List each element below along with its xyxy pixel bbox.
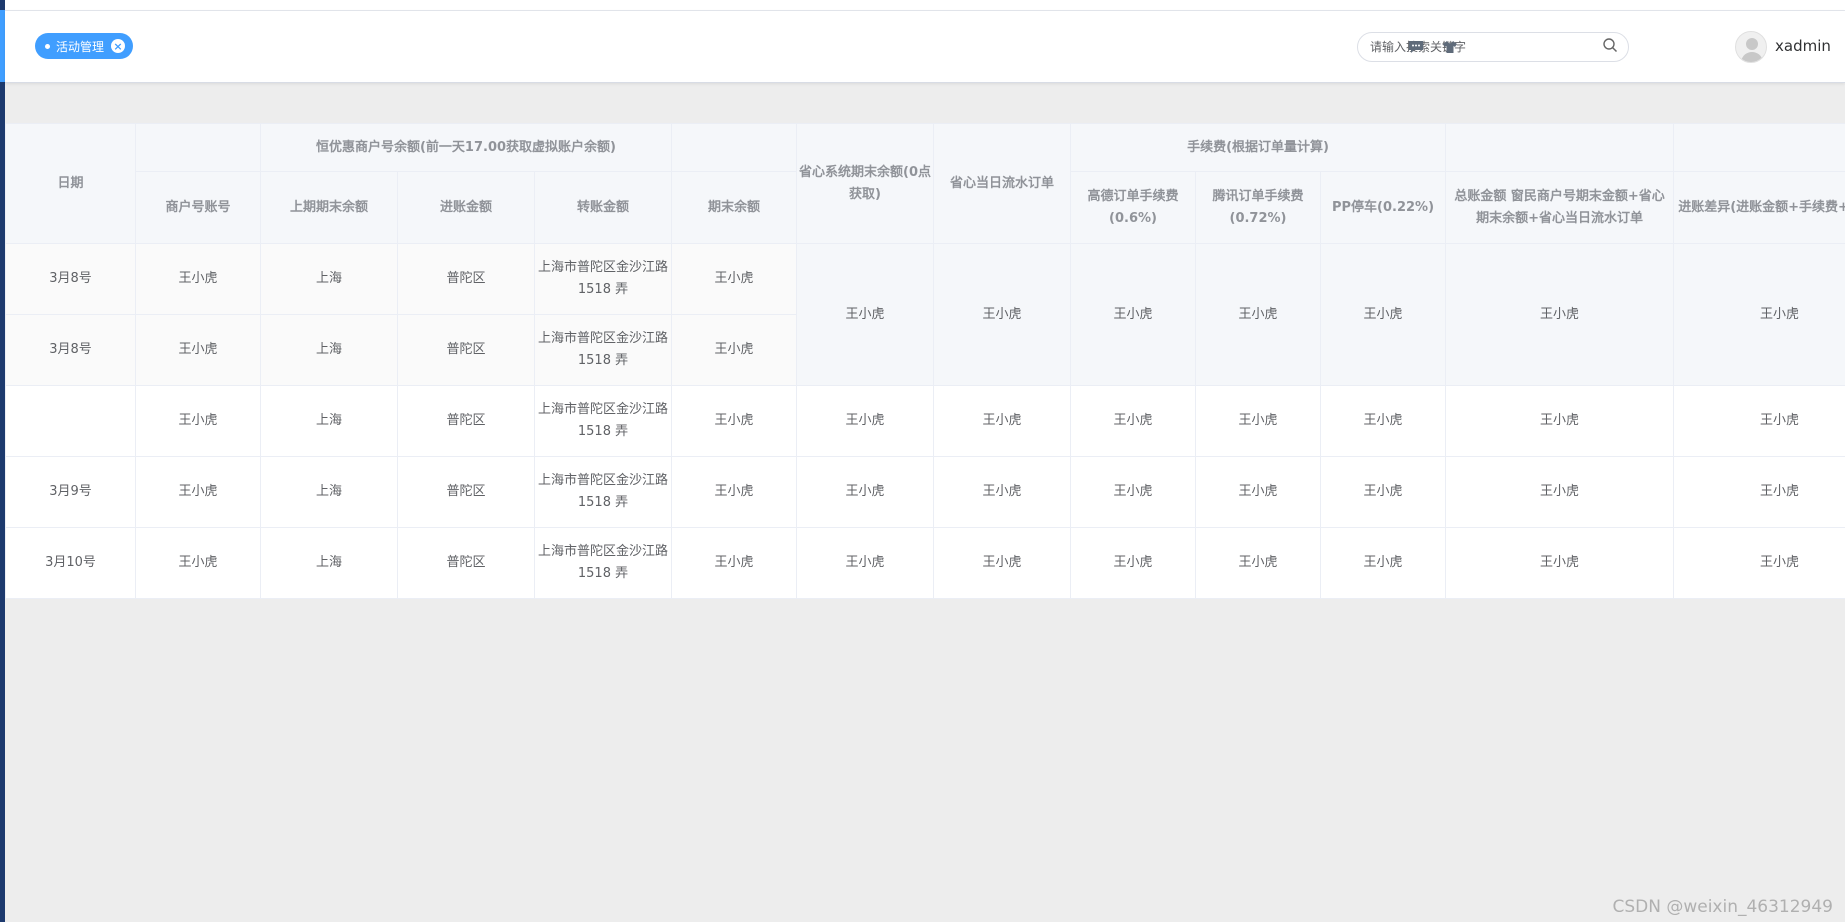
cell-prev: 上海 xyxy=(260,314,398,386)
header-empty xyxy=(671,123,797,172)
cell-tencent-merged: 王小虎 xyxy=(1195,243,1321,386)
header-daily-flow: 省心当日流水订单 xyxy=(933,123,1071,244)
cell-flow: 王小虎 xyxy=(933,385,1071,457)
cell-in: 普陀区 xyxy=(397,243,535,315)
header-diff: 进账差异(进账金额+手续费+转账) xyxy=(1673,171,1845,244)
cell-end: 王小虎 xyxy=(671,314,797,386)
watermark: CSDN @weixin_46312949 xyxy=(1612,897,1833,917)
close-icon[interactable]: × xyxy=(111,39,126,53)
cell-date: 3月8号 xyxy=(5,314,136,386)
cell-pp: 王小虎 xyxy=(1319,456,1447,528)
cell-sys-merged: 王小虎 xyxy=(796,243,934,386)
cell-transfer: 上海市普陀区金沙江路 1518 弄 xyxy=(534,456,672,528)
cell-prev: 上海 xyxy=(260,385,398,457)
header-merchant-account: 商户号账号 xyxy=(135,171,261,244)
cell-prev: 上海 xyxy=(260,527,398,599)
cell-gaode: 王小虎 xyxy=(1070,527,1196,599)
header-empty xyxy=(1673,123,1845,172)
header-empty xyxy=(1445,123,1675,172)
cell-end: 王小虎 xyxy=(671,385,797,457)
cell-prev: 上海 xyxy=(260,456,398,528)
header-pp-fee: PP停车(0.22%) xyxy=(1319,171,1447,244)
cell-gaode: 王小虎 xyxy=(1070,385,1196,457)
cell-in: 普陀区 xyxy=(397,456,535,528)
header-gaode-fee: 高德订单手续费(0.6%) xyxy=(1070,171,1196,244)
header-tencent-fee: 腾讯订单手续费(0.72%) xyxy=(1195,171,1321,244)
cell-account: 王小虎 xyxy=(135,385,261,457)
table-row[interactable]: 王小虎 上海 普陀区 上海市普陀区金沙江路 1518 弄 王小虎 王小虎 王小虎… xyxy=(5,385,1845,457)
cell-account: 王小虎 xyxy=(135,243,261,315)
header-system-end-balance: 省心系统期末余额(0点获取) xyxy=(796,123,934,244)
cell-pp-merged: 王小虎 xyxy=(1319,243,1447,386)
cell-in: 普陀区 xyxy=(397,527,535,599)
tag-active[interactable]: 活动管理 × xyxy=(35,33,134,59)
cell-tencent: 王小虎 xyxy=(1195,385,1321,457)
cell-total: 王小虎 xyxy=(1445,456,1675,528)
cell-end: 王小虎 xyxy=(671,456,797,528)
shirt-icon[interactable] xyxy=(1441,38,1459,56)
cell-account: 王小虎 xyxy=(135,456,261,528)
cell-total-merged: 王小虎 xyxy=(1445,243,1675,386)
report-table: 日期 恒优惠商户号余额(前一天17.00获取虚拟账户余额) 省心系统期末余额(0… xyxy=(5,123,1845,599)
header-in-amount: 进账金额 xyxy=(397,171,535,244)
cell-diff: 王小虎 xyxy=(1673,456,1845,528)
cell-tencent: 王小虎 xyxy=(1195,456,1321,528)
message-icon[interactable] xyxy=(1407,38,1425,56)
cell-transfer: 上海市普陀区金沙江路 1518 弄 xyxy=(534,527,672,599)
cell-diff: 王小虎 xyxy=(1673,527,1845,599)
header-transfer-amount: 转账金额 xyxy=(534,171,672,244)
cell-sys: 王小虎 xyxy=(796,527,934,599)
cell-gaode-merged: 王小虎 xyxy=(1070,243,1196,386)
cell-date xyxy=(5,385,136,457)
header-prev-balance: 上期期末余额 xyxy=(260,171,398,244)
header-group-merchant: 恒优惠商户号余额(前一天17.00获取虚拟账户余额) xyxy=(260,123,672,172)
cell-sys: 王小虎 xyxy=(796,385,934,457)
cell-pp: 王小虎 xyxy=(1319,527,1447,599)
cell-flow: 王小虎 xyxy=(933,456,1071,528)
search-input[interactable] xyxy=(1370,40,1602,54)
cell-flow-merged: 王小虎 xyxy=(933,243,1071,386)
search-box xyxy=(1357,32,1629,62)
cell-date: 3月9号 xyxy=(5,456,136,528)
cell-sys: 王小虎 xyxy=(796,456,934,528)
table-row[interactable]: 3月9号 王小虎 上海 普陀区 上海市普陀区金沙江路 1518 弄 王小虎 王小… xyxy=(5,456,1845,528)
tag-dot xyxy=(45,43,50,49)
header-date: 日期 xyxy=(5,123,136,244)
cell-flow: 王小虎 xyxy=(933,527,1071,599)
cell-transfer: 上海市普陀区金沙江路 1518 弄 xyxy=(534,243,672,315)
header-group-fee: 手续费(根据订单量计算) xyxy=(1069,123,1447,172)
avatar[interactable] xyxy=(1735,31,1767,63)
cell-date: 3月8号 xyxy=(5,243,136,315)
cell-date: 3月10号 xyxy=(5,527,136,599)
cell-total: 王小虎 xyxy=(1445,385,1675,457)
cell-diff-merged: 王小虎 xyxy=(1673,243,1845,386)
cell-prev: 上海 xyxy=(260,243,398,315)
cell-tencent: 王小虎 xyxy=(1195,527,1321,599)
cell-gaode: 王小虎 xyxy=(1070,456,1196,528)
cell-end: 王小虎 xyxy=(671,527,797,599)
top-border xyxy=(0,0,1845,11)
cell-account: 王小虎 xyxy=(135,527,261,599)
table-row[interactable]: 3月10号 王小虎 上海 普陀区 上海市普陀区金沙江路 1518 弄 王小虎 王… xyxy=(5,527,1845,599)
cell-transfer: 上海市普陀区金沙江路 1518 弄 xyxy=(534,385,672,457)
cell-account: 王小虎 xyxy=(135,314,261,386)
cell-in: 普陀区 xyxy=(397,385,535,457)
cell-diff: 王小虎 xyxy=(1673,385,1845,457)
username[interactable]: xadmin xyxy=(1775,37,1831,55)
cell-transfer: 上海市普陀区金沙江路 1518 弄 xyxy=(534,314,672,386)
cell-end: 王小虎 xyxy=(671,243,797,315)
header-total: 总账金额 窗民商户号期末金额+省心期末余额+省心当日流水订单 xyxy=(1445,171,1675,244)
navbar: 活动管理 × xadmin xyxy=(5,11,1845,83)
cell-total: 王小虎 xyxy=(1445,527,1675,599)
search-icon[interactable] xyxy=(1602,37,1618,57)
report-table-container: 日期 恒优惠商户号余额(前一天17.00获取虚拟账户余额) 省心系统期末余额(0… xyxy=(5,123,1845,599)
header-empty xyxy=(135,123,261,172)
cell-in: 普陀区 xyxy=(397,314,535,386)
table-row[interactable]: 3月8号 王小虎 上海 普陀区 上海市普陀区金沙江路 1518 弄 王小虎 王小… xyxy=(5,243,1845,386)
tag-label: 活动管理 xyxy=(56,39,105,54)
cell-pp: 王小虎 xyxy=(1319,385,1447,457)
header-end-balance: 期末余额 xyxy=(671,171,797,244)
